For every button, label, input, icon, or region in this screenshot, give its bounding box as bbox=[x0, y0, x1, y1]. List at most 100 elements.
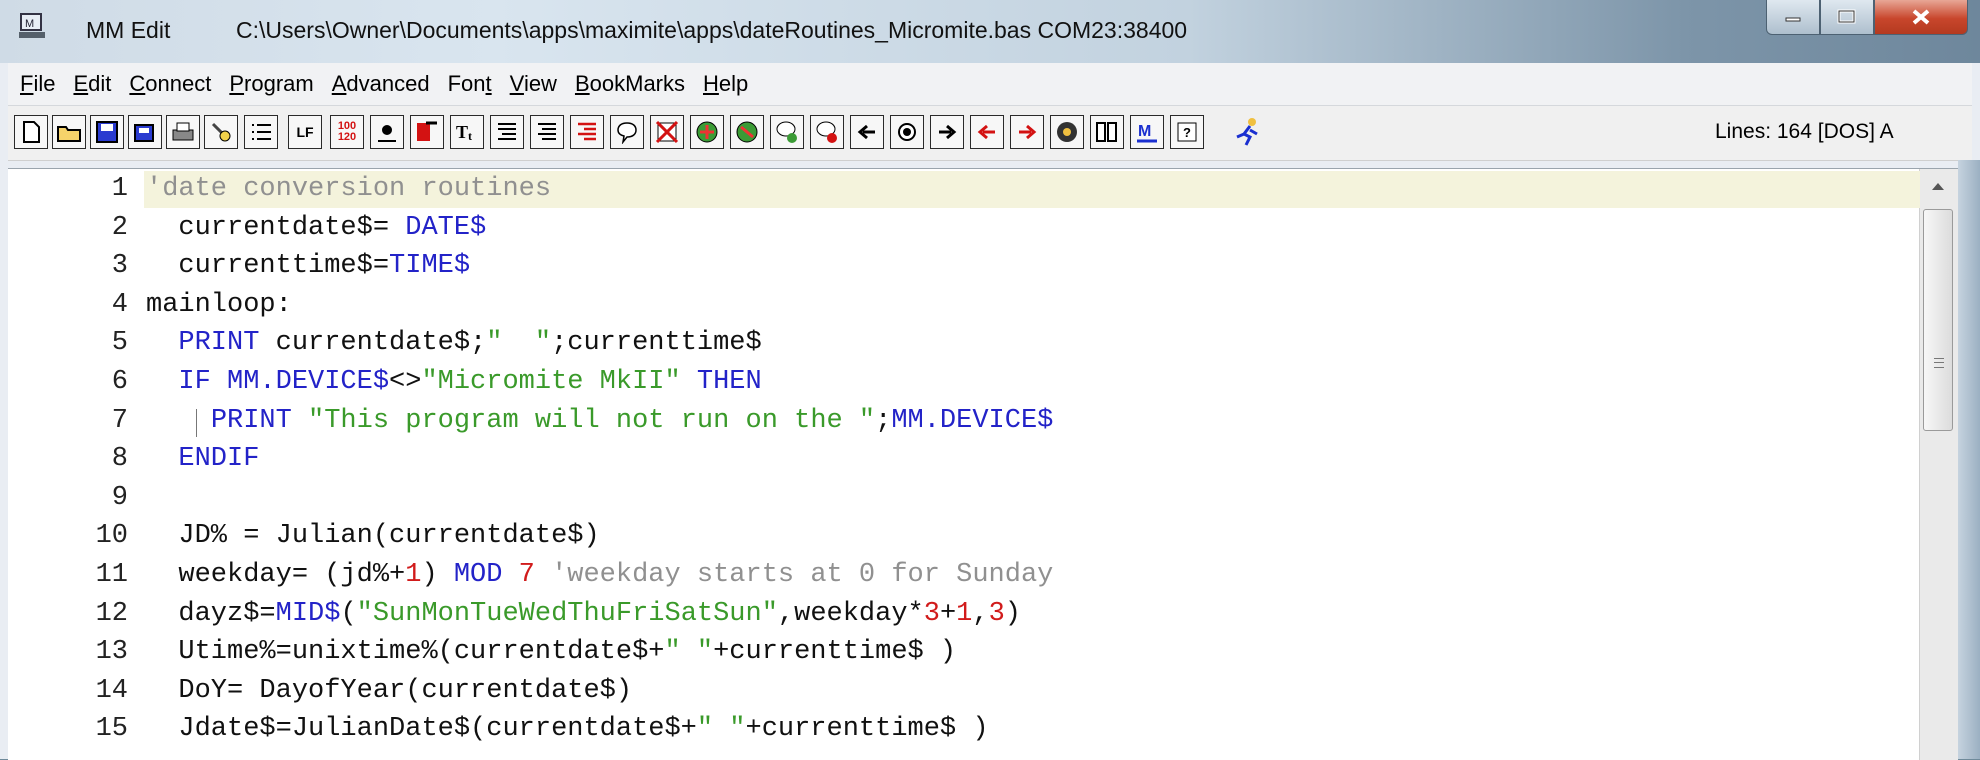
file-path-title: C:\Users\Owner\Documents\apps\maximite\a… bbox=[236, 17, 1188, 43]
line-number: 13 bbox=[95, 637, 128, 668]
code-line[interactable]: 1 'date conversion routines bbox=[8, 171, 1920, 208]
arrow-right-button[interactable] bbox=[930, 115, 964, 149]
menu-font[interactable]: Font bbox=[448, 71, 492, 97]
svg-text:M: M bbox=[1138, 123, 1151, 140]
menu-edit[interactable]: Edit bbox=[73, 71, 111, 97]
code-line[interactable]: 14 DoY= DayofYear(currentdate$) bbox=[8, 673, 1920, 710]
minimize-icon bbox=[1785, 17, 1801, 22]
print-button[interactable] bbox=[166, 115, 200, 149]
menu-connect[interactable]: Connect bbox=[129, 71, 211, 97]
code-line[interactable]: 9 bbox=[8, 480, 1920, 517]
align-left-button[interactable] bbox=[490, 115, 524, 149]
align-right-icon bbox=[538, 123, 556, 140]
run-green-button[interactable] bbox=[690, 115, 724, 149]
toolbar: Lines: 164 [DOS] A LF 100 120 Tt M? bbox=[8, 106, 1972, 161]
line-feed-button[interactable]: LF bbox=[288, 115, 322, 149]
list-button[interactable] bbox=[244, 115, 278, 149]
list-icon bbox=[252, 124, 271, 140]
code-text: DoY= DayofYear(currentdate$) bbox=[146, 675, 633, 706]
line-feed-icon: LF bbox=[296, 124, 314, 140]
open-file-icon bbox=[57, 126, 81, 142]
code-text: JD% = Julian(currentdate$) bbox=[146, 521, 600, 552]
line-numbers-button[interactable]: 100 120 bbox=[330, 115, 364, 149]
bubble-remove-icon bbox=[816, 121, 837, 143]
gear-button[interactable] bbox=[1050, 115, 1084, 149]
code-line[interactable]: 10 JD% = Julian(currentdate$) bbox=[8, 518, 1920, 555]
bubble-add-button[interactable] bbox=[770, 115, 804, 149]
code-text: IF MM.DEVICE$<>"Micromite MkII" THEN bbox=[178, 367, 762, 397]
code-text: PRINT currentdate$;" ";currenttime$ bbox=[178, 328, 762, 359]
code-text: PRINT "This program will not run on the … bbox=[210, 405, 1054, 436]
menu-help[interactable]: Help bbox=[703, 71, 748, 97]
stop-green-button[interactable] bbox=[730, 115, 764, 149]
save-icon bbox=[96, 121, 118, 143]
record-button[interactable] bbox=[890, 115, 924, 149]
save-button[interactable] bbox=[90, 115, 124, 149]
format-red-button[interactable] bbox=[410, 115, 444, 149]
font-size-button[interactable]: Tt bbox=[450, 115, 484, 149]
menu-file[interactable]: File bbox=[20, 71, 55, 97]
memory-icon: M bbox=[1137, 123, 1157, 143]
code-line[interactable]: 5 PRINT currentdate$;" ";currenttime$ bbox=[8, 325, 1920, 362]
code-line[interactable]: 2 currentdate$= DATE$ bbox=[8, 210, 1920, 247]
line-number: 8 bbox=[111, 444, 128, 475]
record-icon bbox=[898, 123, 916, 141]
menu-program[interactable]: Program bbox=[229, 71, 313, 97]
line-number: 3 bbox=[111, 251, 128, 282]
menu-bookmarks[interactable]: BookMarks bbox=[575, 71, 685, 97]
svg-text:M: M bbox=[25, 18, 34, 30]
scroll-thumb[interactable] bbox=[1923, 209, 1953, 431]
code-text: dayz$=MID$("SunMonTueWedThuFriSatSun",we… bbox=[146, 598, 1021, 629]
code-line[interactable]: 3 currenttime$=TIME$ bbox=[8, 248, 1920, 285]
mm-edit-window: M MM Edit C:\Users\Owner\Documents\apps\… bbox=[0, 0, 1980, 760]
scroll-up-arrow-icon[interactable] bbox=[1932, 183, 1944, 190]
code-text: Jdate$=JulianDate$(currentdate$+" "+curr… bbox=[146, 714, 989, 745]
comment-icon bbox=[617, 122, 637, 144]
align-red-button[interactable] bbox=[570, 115, 604, 149]
maximize-button[interactable] bbox=[1820, 0, 1874, 35]
svg-text:T: T bbox=[456, 122, 468, 142]
comment-button[interactable] bbox=[610, 115, 644, 149]
app-icon: M bbox=[19, 13, 45, 38]
code-line[interactable]: 7 PRINT "This program will not run on th… bbox=[8, 403, 1920, 440]
minimize-button[interactable] bbox=[1766, 0, 1820, 35]
code-line[interactable]: 13 Utime%=unixtime%(currentdate$+" "+cur… bbox=[8, 634, 1920, 671]
code-line[interactable]: 6 IF MM.DEVICE$<>"Micromite MkII" THEN bbox=[8, 364, 1920, 401]
code-line[interactable]: 11 weekday= (jd%+1) MOD 7 'weekday start… bbox=[8, 557, 1920, 594]
delete-button[interactable] bbox=[650, 115, 684, 149]
menu-view[interactable]: View bbox=[510, 71, 557, 97]
code-line[interactable]: 15 Jdate$=JulianDate$(currentdate$+" "+c… bbox=[8, 711, 1920, 748]
bullet-icon bbox=[378, 125, 396, 142]
vertical-scrollbar[interactable] bbox=[1919, 169, 1958, 760]
align-right-button[interactable] bbox=[530, 115, 564, 149]
arrow-right-red-icon bbox=[1019, 124, 1037, 140]
close-button[interactable] bbox=[1874, 0, 1968, 35]
help-icon: ? bbox=[1177, 122, 1197, 142]
title-bar[interactable]: M MM Edit C:\Users\Owner\Documents\apps\… bbox=[0, 0, 1980, 63]
menu-advanced[interactable]: Advanced bbox=[332, 71, 430, 97]
align-red-icon bbox=[578, 122, 596, 141]
arrow-right-red-button[interactable] bbox=[1010, 115, 1044, 149]
bullet-button[interactable] bbox=[370, 115, 404, 149]
save-all-button[interactable] bbox=[128, 115, 162, 149]
help-button[interactable]: ? bbox=[1170, 115, 1204, 149]
line-number: 11 bbox=[95, 560, 128, 590]
columns-button[interactable] bbox=[1090, 115, 1124, 149]
code-line[interactable]: 4 mainloop: bbox=[8, 287, 1920, 324]
code-line[interactable]: 12 dayz$=MID$("SunMonTueWedThuFriSatSun"… bbox=[8, 596, 1920, 633]
new-file-button[interactable] bbox=[14, 115, 48, 149]
bubble-remove-button[interactable] bbox=[810, 115, 844, 149]
runner-button[interactable] bbox=[1230, 115, 1264, 149]
arrow-left-red-button[interactable] bbox=[970, 115, 1004, 149]
maximize-icon bbox=[1837, 9, 1856, 24]
line-number: 5 bbox=[111, 328, 128, 359]
open-file-button[interactable] bbox=[52, 115, 86, 149]
code-text: Utime%=unixtime%(currentdate$+" "+curren… bbox=[146, 637, 957, 668]
memory-button[interactable]: M bbox=[1130, 115, 1164, 149]
code-line[interactable]: 8 ENDIF bbox=[8, 441, 1920, 478]
arrow-left-button[interactable] bbox=[850, 115, 884, 149]
code-text: mainloop: bbox=[146, 289, 292, 320]
grip-icon bbox=[1934, 358, 1944, 368]
code-editor[interactable]: 1 'date conversion routines 2 currentdate$… bbox=[8, 168, 1958, 760]
find-button[interactable] bbox=[204, 115, 238, 149]
